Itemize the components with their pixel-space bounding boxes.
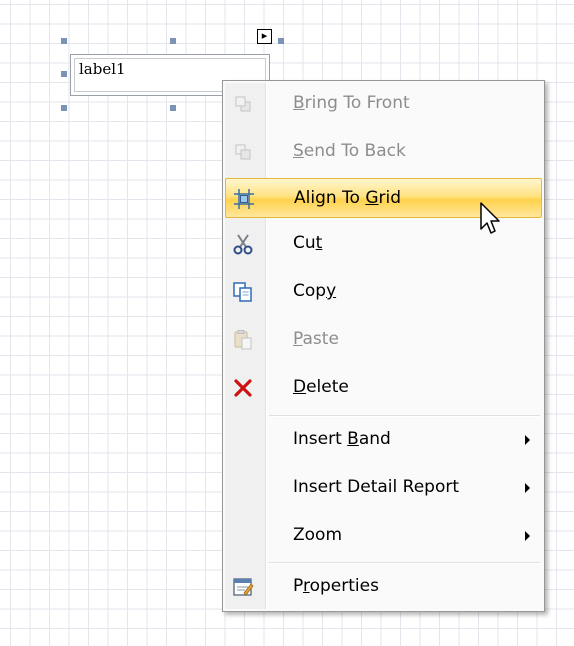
menu-item-label: Bring To Front: [293, 93, 410, 113]
menu-item-label: Align To Grid: [294, 188, 402, 208]
smart-tag-glyph: ▸: [261, 29, 268, 42]
selection-handle-top-right[interactable]: [278, 38, 284, 44]
menu-item-label: Zoom: [293, 525, 343, 545]
menu-item-label: Delete: [293, 377, 349, 397]
bring-to-front-icon: [232, 93, 254, 115]
menu-item-label: Copy: [293, 281, 337, 301]
selection-handle-bottom-middle[interactable]: [170, 105, 176, 111]
selection-handle-bottom-left[interactable]: [61, 105, 67, 111]
menu-item-insert-band[interactable]: Insert Band: [225, 420, 542, 460]
copy-icon: [232, 281, 254, 303]
menu-item-properties[interactable]: Properties: [225, 567, 542, 607]
align-to-grid-icon: [233, 188, 255, 210]
menu-item-label: Insert Detail Report: [293, 477, 459, 497]
menu-item-zoom[interactable]: Zoom: [225, 516, 542, 556]
menu-item-label: Insert Band: [293, 429, 391, 449]
properties-icon: [232, 576, 254, 598]
paste-icon: [232, 329, 254, 351]
menu-separator: [269, 562, 540, 564]
menu-item-send-to-back[interactable]: Send To Back: [225, 132, 542, 172]
submenu-arrow-icon: [525, 435, 530, 445]
selection-handle-top-left[interactable]: [61, 38, 67, 44]
menu-item-insert-detail-report[interactable]: Insert Detail Report: [225, 468, 542, 508]
submenu-arrow-icon: [525, 531, 530, 541]
smart-tag-button[interactable]: ▸: [257, 29, 272, 44]
menu-separator: [269, 415, 540, 417]
selection-handle-middle-left[interactable]: [61, 71, 67, 77]
menu-item-label: Send To Back: [293, 141, 406, 161]
menu-item-bring-to-front[interactable]: Bring To Front: [225, 84, 542, 124]
selection-handle-top-middle[interactable]: [170, 38, 176, 44]
context-menu: Bring To Front Send To Back Align To Gri…: [222, 80, 545, 612]
label-control-text: label1: [79, 60, 126, 78]
scissors-icon: [232, 233, 254, 255]
menu-item-label: Properties: [293, 576, 379, 596]
menu-item-label: Cut: [293, 233, 323, 253]
submenu-arrow-icon: [525, 483, 530, 493]
menu-item-delete[interactable]: Delete: [225, 368, 542, 408]
menu-item-paste[interactable]: Paste: [225, 320, 542, 360]
send-to-back-icon: [232, 141, 254, 163]
delete-icon: [232, 377, 254, 399]
mouse-cursor-icon: [480, 202, 500, 234]
menu-item-label: Paste: [293, 329, 339, 349]
menu-item-copy[interactable]: Copy: [225, 272, 542, 312]
